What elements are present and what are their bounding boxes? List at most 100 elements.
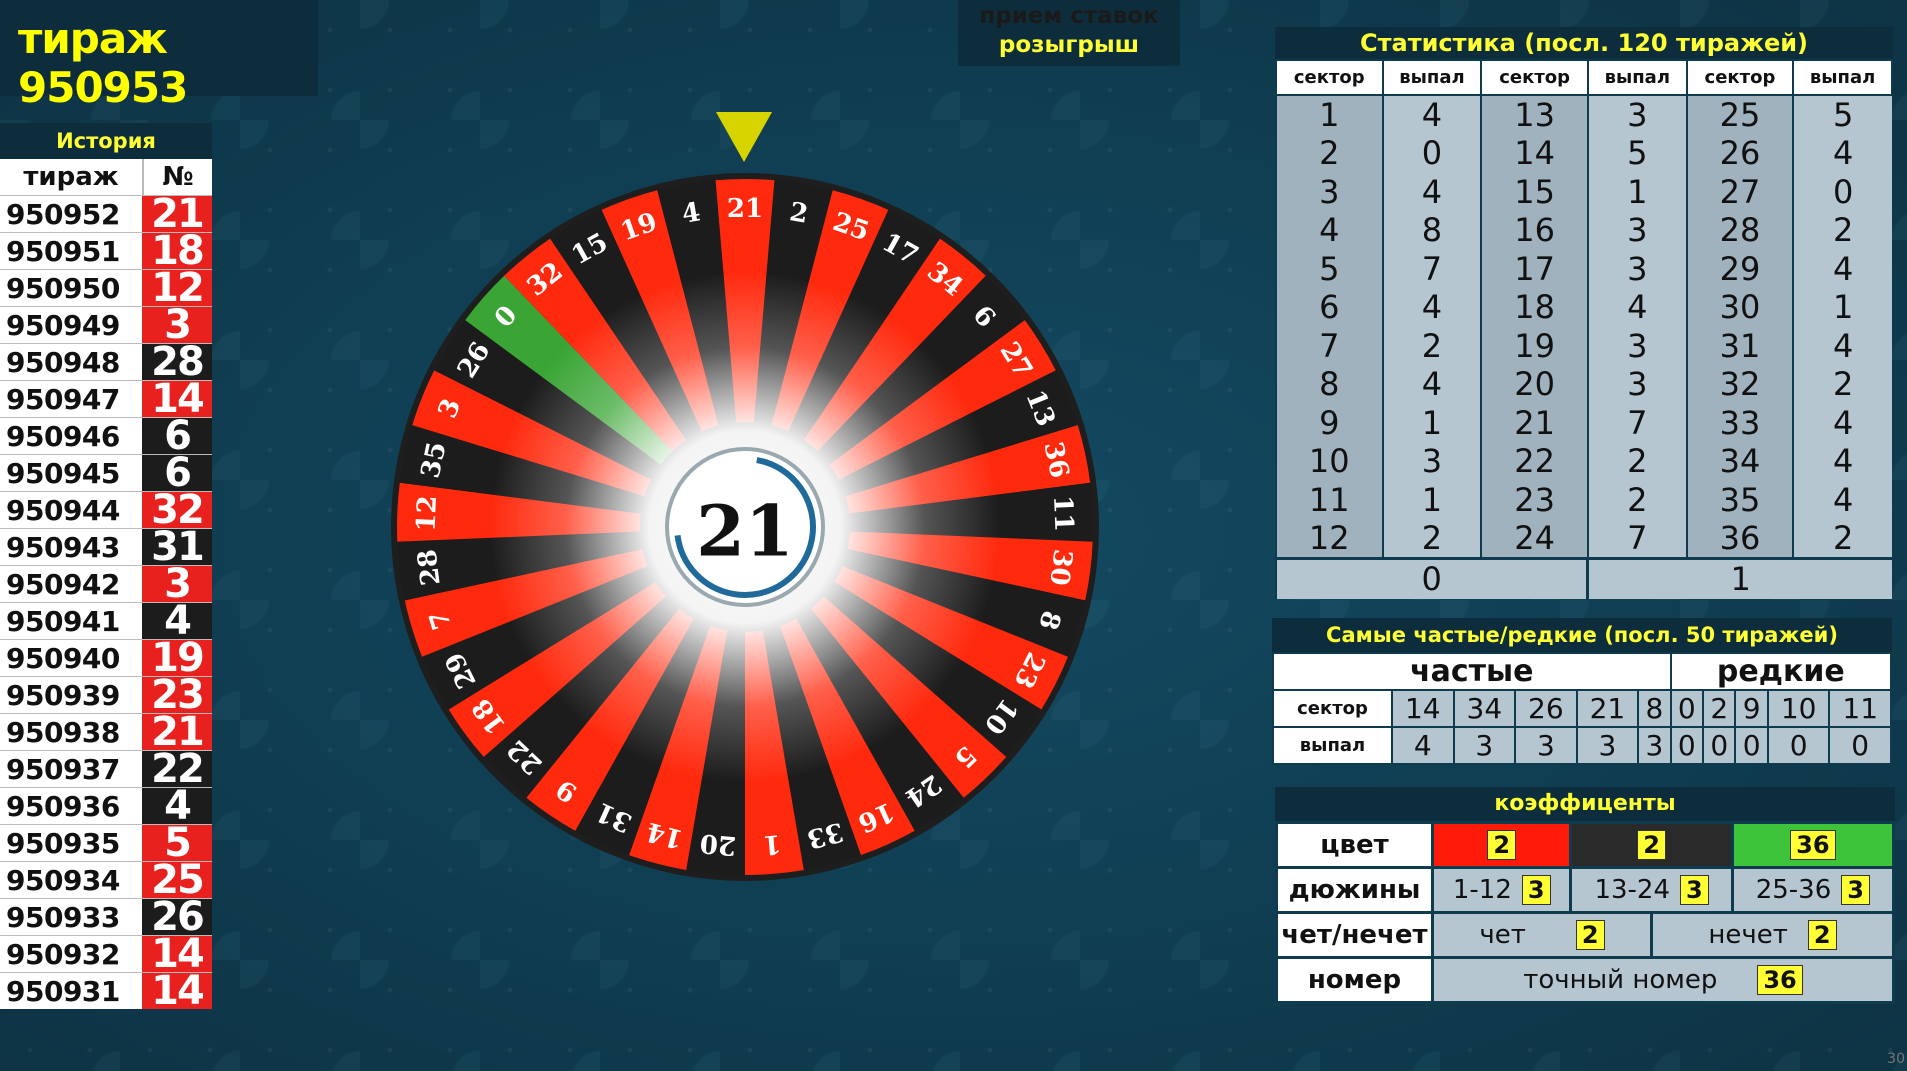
stat-sector: 33 — [1685, 403, 1794, 442]
history-result-number: 21 — [142, 712, 212, 752]
history-result-number: 14 — [142, 379, 212, 419]
rare-label: редкие — [1669, 652, 1893, 691]
history-header: тираж № — [0, 159, 212, 195]
history-result-number: 12 — [142, 268, 212, 308]
frequent-count: 3 — [1514, 726, 1578, 765]
statistics-header-count: выпал — [1586, 59, 1688, 96]
history-result-number: 4 — [142, 786, 212, 826]
history-result-number: 3 — [142, 305, 212, 345]
coef-exact-label: точный номер — [1523, 964, 1718, 995]
stat-sector: 36 — [1685, 519, 1794, 559]
history-result-number: 26 — [142, 897, 212, 937]
stat-count: 4 — [1381, 288, 1482, 327]
frequent-rare-title: Самые частые/редкие (посл. 50 тиражей) — [1272, 618, 1892, 652]
stat-sector: 23 — [1480, 480, 1588, 519]
rare-sector: 0 — [1669, 689, 1705, 728]
history-result-number: 6 — [142, 416, 212, 456]
stat-sector: 19 — [1480, 326, 1588, 365]
history-rows: 950952 21 950951 18 950950 12 950949 3 950948 28 9… — [0, 194, 212, 1011]
history-result-number: 21 — [142, 194, 212, 234]
history-draw-id: 950941 — [0, 603, 142, 639]
history-row: 950947 14 — [0, 379, 212, 419]
history-draw-id: 950944 — [0, 492, 142, 528]
statistics-row: 5 7 17 3 29 4 — [1275, 249, 1892, 288]
stat-sector: 14 — [1480, 134, 1588, 173]
history-result-number: 25 — [142, 860, 212, 900]
history-draw-id: 950952 — [0, 196, 142, 232]
frequent-rare-table: частые редкие сектор 14 34 26 21 8 0 2 9 10 11 вып… — [1272, 652, 1893, 765]
history-draw-id: 950931 — [0, 973, 142, 1009]
history-row: 950934 25 — [0, 860, 212, 900]
stat-sector: 34 — [1685, 442, 1794, 481]
stat-sector: 28 — [1685, 211, 1794, 250]
stat-count: 7 — [1586, 519, 1687, 559]
statistics-row: 12 2 24 7 36 2 — [1275, 519, 1892, 559]
stat-count: 0 — [1381, 134, 1482, 173]
frequent-count: 3 — [1637, 726, 1672, 765]
coef-exact-value: 36 — [1757, 965, 1803, 996]
history-row: 950945 6 — [0, 453, 212, 493]
frequent-sector: 14 — [1391, 689, 1455, 728]
history-row: 950948 28 — [0, 342, 212, 382]
history-row: 950952 21 — [0, 194, 212, 234]
stat-count: 3 — [1381, 442, 1482, 481]
history-result-number: 22 — [142, 749, 212, 789]
coefficients-table: цвет 2 2 36 дюжины 1-12 3 13-24 3 25-36 3 ч… — [1275, 821, 1896, 1004]
history-result-number: 23 — [142, 675, 212, 715]
stat-count: 5 — [1792, 95, 1892, 134]
stat-count: 8 — [1381, 211, 1482, 250]
statistics-zero-row: 01 — [1275, 557, 1892, 599]
history-row: 950944 32 — [0, 490, 212, 530]
history-row: 950941 4 — [0, 601, 212, 641]
stat-count: 4 — [1792, 249, 1892, 288]
stat-sector: 11 — [1275, 480, 1383, 519]
frequent-rare-count-row: выпал 4 3 3 3 3 0 0 0 0 0 — [1272, 726, 1892, 765]
stat-count: 5 — [1586, 134, 1687, 173]
statistics-header-sector: сектор — [1480, 59, 1589, 96]
history-row: 950942 3 — [0, 564, 212, 604]
stat-sector: 30 — [1685, 288, 1794, 327]
wheel-pointer-icon — [716, 112, 772, 162]
statistics-row: 9 1 21 7 33 4 — [1275, 403, 1892, 442]
frequent-rare-sector-row: сектор 14 34 26 21 8 0 2 9 10 11 — [1272, 689, 1892, 728]
stat-sector: 32 — [1685, 365, 1794, 404]
stat-count: 2 — [1792, 519, 1892, 559]
corner-number: 30 — [1887, 1051, 1905, 1067]
stat-sector: 22 — [1480, 442, 1588, 481]
history-draw-id: 950932 — [0, 936, 142, 972]
stat-count: 4 — [1792, 403, 1892, 442]
stat-sector: 26 — [1685, 134, 1794, 173]
coef-color-label: цвет — [1275, 821, 1434, 869]
history-draw-id: 950940 — [0, 640, 142, 676]
frequent-label: частые — [1272, 652, 1672, 691]
stat-count: 1 — [1586, 172, 1687, 211]
coef-odd-value: 2 — [1807, 920, 1837, 951]
stat-sector: 1 — [1275, 95, 1383, 134]
draw-number-box: тираж 950953 — [0, 0, 318, 112]
stat-sector: 27 — [1685, 172, 1794, 211]
history-row: 950943 31 — [0, 527, 212, 567]
history-row: 950946 6 — [0, 416, 212, 456]
coef-green-cell: 36 — [1730, 821, 1896, 869]
frequent-sector: 8 — [1637, 689, 1672, 728]
coefficients-title: коэффиценты — [1275, 787, 1895, 821]
rare-count: 0 — [1828, 726, 1892, 765]
wheel-result-number: 21 — [696, 490, 793, 573]
statistics-row: 8 4 20 3 32 2 — [1275, 365, 1892, 404]
history-row: 950951 18 — [0, 231, 212, 271]
stat-sector: 21 — [1480, 403, 1588, 442]
rare-count: 0 — [1766, 726, 1831, 765]
wheel-sector-number: 12 — [412, 495, 444, 532]
rare-count: 0 — [1734, 726, 1769, 765]
frequent-sector: 34 — [1452, 689, 1517, 728]
history-result-number: 14 — [142, 971, 212, 1011]
coef-even: чет 2 — [1430, 911, 1654, 959]
stat-count: 4 — [1792, 442, 1892, 481]
history-row: 950936 4 — [0, 786, 212, 826]
history-draw-id: 950938 — [0, 714, 142, 750]
stat-sector: 8 — [1275, 365, 1383, 404]
history-draw-id: 950934 — [0, 862, 142, 898]
stat-count: 1 — [1381, 480, 1482, 519]
stat-count: 2 — [1792, 365, 1892, 404]
stat-zero-count: 1 — [1586, 557, 1892, 599]
